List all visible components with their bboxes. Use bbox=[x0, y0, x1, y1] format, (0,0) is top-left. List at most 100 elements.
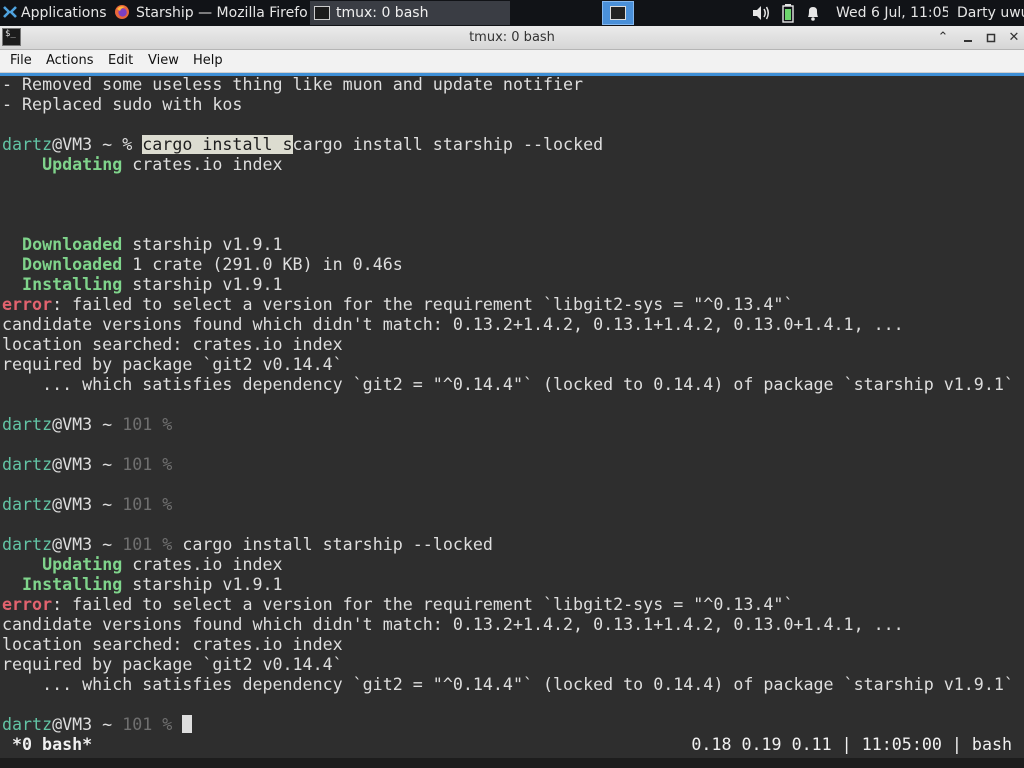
taskbar-item-firefox[interactable]: Starship — Mozilla Firefox bbox=[110, 1, 308, 25]
taskbar-item-label: tmux: 0 bash bbox=[336, 5, 429, 21]
tmux-window-list[interactable]: *0 bash* bbox=[12, 735, 92, 755]
xfce-logo-icon bbox=[3, 6, 17, 18]
menu-actions[interactable]: Actions bbox=[46, 50, 94, 72]
terminal-text: 101 % bbox=[122, 495, 173, 514]
terminal-line: Downloaded starship v1.9.1 bbox=[2, 235, 1022, 255]
terminal-text: 101 % bbox=[122, 535, 173, 554]
top-panel: Applications Starship — Mozilla Firefox … bbox=[0, 0, 1024, 26]
terminal-line: candidate versions found which didn't ma… bbox=[2, 615, 1022, 635]
terminal-line: required by package `git2 v0.14.4` bbox=[2, 355, 1022, 375]
applications-menu-button[interactable]: Applications bbox=[0, 0, 108, 26]
terminal-text: dartz bbox=[2, 135, 53, 154]
terminal-text: Installing bbox=[22, 275, 123, 294]
window-terminal-icon[interactable]: $_ bbox=[2, 28, 21, 46]
terminal-line: Installing starship v1.9.1 bbox=[2, 275, 1022, 295]
firefox-icon bbox=[115, 5, 129, 19]
maximize-button[interactable] bbox=[981, 28, 1001, 48]
terminal-text: Downloaded bbox=[22, 235, 123, 254]
terminal-text: dartz bbox=[2, 715, 53, 734]
battery-icon[interactable] bbox=[781, 0, 797, 26]
terminal-line: ... which satisfies dependency `git2 = "… bbox=[2, 375, 1022, 395]
terminal-text: @VM3 ~ bbox=[52, 415, 123, 434]
terminal-text: Downloaded bbox=[22, 255, 123, 274]
terminal-text: - Removed some useless thing like muon a… bbox=[2, 75, 584, 94]
terminal-line: error: failed to select a version for th… bbox=[2, 295, 1022, 315]
bottom-edge bbox=[0, 758, 1024, 768]
terminal-text: 101 % bbox=[122, 415, 173, 434]
window-title: tmux: 0 bash bbox=[469, 30, 555, 45]
terminal-text: @VM3 ~ bbox=[52, 535, 123, 554]
terminal-text: ... which satisfies dependency `git2 = "… bbox=[2, 675, 1014, 694]
terminal-text: dartz bbox=[2, 455, 53, 474]
terminal-text: cargo install s bbox=[142, 135, 293, 154]
window-titlebar[interactable]: tmux: 0 bash $_ ⌃ ✕ bbox=[0, 26, 1024, 50]
menu-bar: File Actions Edit View Help bbox=[0, 50, 1024, 73]
terminal-line: Updating crates.io index bbox=[2, 155, 1022, 175]
terminal-text: @VM3 ~ % bbox=[52, 135, 143, 154]
terminal-text: 1 crate (291.0 KB) in 0.46s bbox=[122, 255, 403, 274]
terminal-line: - Replaced sudo with kos bbox=[2, 95, 1022, 115]
terminal-text: ... which satisfies dependency `git2 = "… bbox=[2, 375, 1014, 394]
terminal-text: location searched: crates.io index bbox=[2, 635, 343, 654]
terminal-line: dartz@VM3 ~ % cargo install scargo insta… bbox=[2, 135, 1022, 155]
terminal-text: @VM3 ~ bbox=[52, 455, 123, 474]
terminal-text: candidate versions found which didn't ma… bbox=[2, 615, 904, 634]
panel-clock[interactable]: Wed 6 Jul, 11:05 bbox=[836, 0, 948, 26]
workspace-switcher[interactable] bbox=[602, 1, 634, 25]
terminal-text: dartz bbox=[2, 495, 53, 514]
minimize-button[interactable] bbox=[958, 28, 978, 48]
terminal-cursor bbox=[182, 715, 193, 733]
terminal-line: candidate versions found which didn't ma… bbox=[2, 315, 1022, 335]
menu-file[interactable]: File bbox=[10, 50, 32, 72]
terminal-text: required by package `git2 v0.14.4` bbox=[2, 355, 343, 374]
terminal-icon bbox=[314, 6, 330, 20]
shade-window-button[interactable]: ⌃ bbox=[933, 28, 953, 48]
terminal-text: cargo install starship --locked bbox=[172, 535, 493, 554]
menu-help[interactable]: Help bbox=[193, 50, 223, 72]
terminal-line: dartz@VM3 ~ 101 % cargo install starship… bbox=[2, 535, 1022, 555]
terminal-output[interactable]: - Removed some useless thing like muon a… bbox=[2, 75, 1022, 735]
menu-edit[interactable]: Edit bbox=[108, 50, 133, 72]
taskbar-item-tmux[interactable]: tmux: 0 bash bbox=[310, 1, 510, 25]
terminal-text: @VM3 ~ bbox=[52, 495, 123, 514]
terminal-line: Installing starship v1.9.1 bbox=[2, 575, 1022, 595]
terminal-text: error bbox=[2, 295, 53, 314]
terminal-line: error: failed to select a version for th… bbox=[2, 595, 1022, 615]
terminal-text: error bbox=[2, 595, 53, 614]
terminal-line: dartz@VM3 ~ 101 % bbox=[2, 715, 1022, 735]
volume-icon[interactable] bbox=[751, 0, 773, 26]
terminal-text: starship v1.9.1 bbox=[122, 575, 283, 594]
terminal-text: Installing bbox=[22, 575, 123, 594]
panel-user-name[interactable]: Darty uwu bbox=[957, 0, 1024, 26]
menu-view[interactable]: View bbox=[148, 50, 179, 72]
terminal-line: required by package `git2 v0.14.4` bbox=[2, 655, 1022, 675]
terminal-text: : failed to select a version for the req… bbox=[52, 595, 794, 614]
terminal-text: cargo install starship --locked bbox=[292, 135, 604, 154]
terminal-text: starship v1.9.1 bbox=[122, 235, 283, 254]
tmux-status-bar: *0 bash* 0.18 0.19 0.11 | 11:05:00 | bas… bbox=[2, 735, 1022, 755]
terminal-text: dartz bbox=[2, 415, 53, 434]
taskbar-item-label: Starship — Mozilla Firefox bbox=[136, 5, 308, 21]
notification-bell-icon[interactable] bbox=[805, 0, 823, 26]
close-icon[interactable]: ✕ bbox=[1004, 28, 1024, 48]
tmux-status-right: 0.18 0.19 0.11 | 11:05:00 | bash bbox=[691, 735, 1012, 754]
terminal-text: - Replaced sudo with kos bbox=[2, 95, 243, 114]
terminal-text: Updating bbox=[42, 555, 123, 574]
window-miniature bbox=[610, 6, 626, 20]
terminal-text: 101 % bbox=[122, 715, 173, 734]
